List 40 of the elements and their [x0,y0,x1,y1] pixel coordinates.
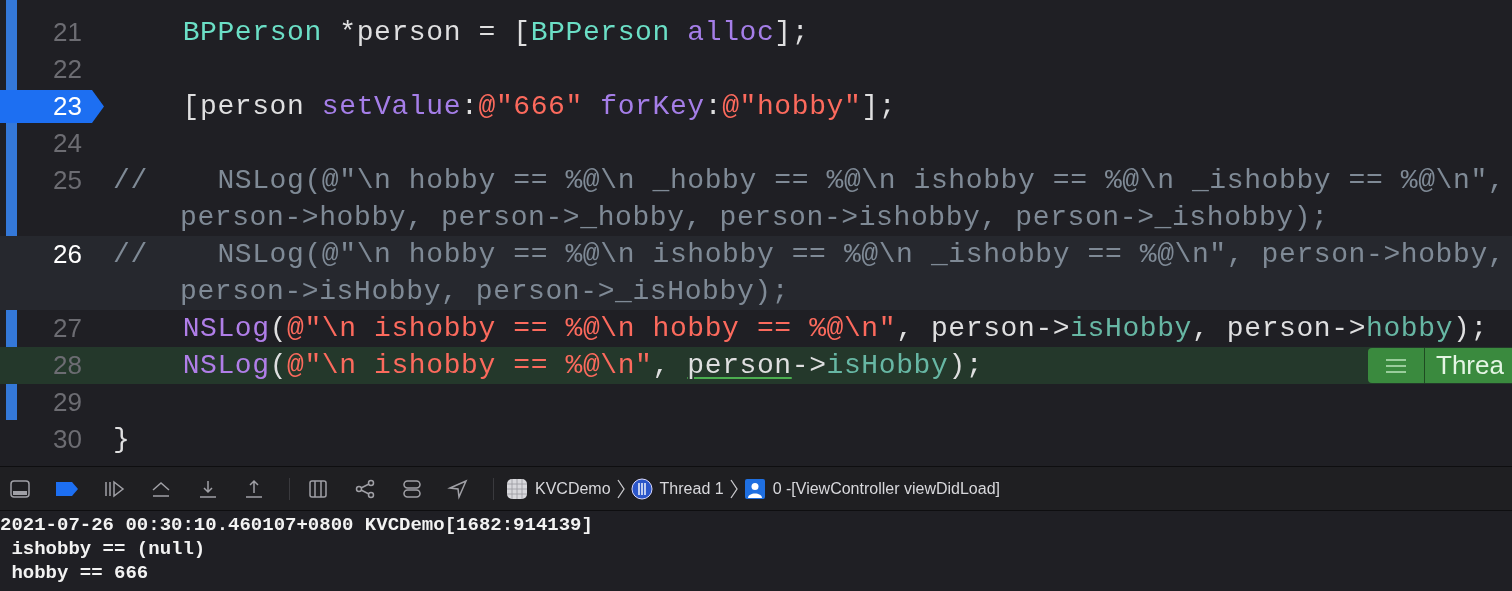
code-line: } [113,423,131,457]
chevron-icon [729,478,738,499]
menu-icon [1385,358,1407,373]
toggle-icon[interactable] [400,477,423,500]
person-icon [743,477,766,500]
code-line: person->hobby, person->_hobby, person->ishobby, person->_ishobby); [180,201,1329,235]
console-output: 2021-07-26 00:30:10.460107+0800 KVCDemo[1682:914139] [0,513,593,537]
line-number: 22 [53,53,82,86]
breadcrumb-item[interactable]: KVCDemo [535,476,611,501]
chevron-icon [616,478,625,499]
console-output: hobby == 666 [10,561,149,585]
line-number: 26 [53,238,82,271]
line-number: 21 [53,16,82,49]
code-line: BPPerson *person = [BPPerson alloc]; [181,16,810,50]
code-line: [person setValue:@"666" forKey:@"hobby"]; [181,90,897,124]
line-number: 29 [53,386,82,419]
breadcrumb-item[interactable]: Thread 1 [659,476,724,501]
code-line: // NSLog(@"\n hobby == %@\n _hobby == %@\n ishobby == %@\n _ishobby == %@\n", [113,164,1506,198]
thread-badge[interactable]: Threa [1368,348,1512,383]
code-line: NSLog(@"\n ishobby == %@\n hobby == %@\n", person->isHobby, person->hobby); [181,312,1488,346]
code-line: person->isHobby, person->_isHobby); [180,275,790,309]
view-hierarchy-icon[interactable] [306,477,329,500]
location-icon[interactable] [447,477,469,500]
breakpoint-icon[interactable] [54,480,79,497]
line-number: 25 [53,164,82,197]
line-number: 30 [53,423,82,456]
line-number: 27 [53,312,82,345]
app-icon [506,477,528,500]
code-line: NSLog(@"\n ishobby == %@\n", person->isHobby); [181,349,984,383]
thread-icon [630,477,653,500]
graph-icon[interactable] [353,477,376,500]
line-number: 23 [53,90,82,123]
step-out-icon[interactable] [243,477,265,500]
line-number: 24 [53,127,82,160]
console-output: ishobby == (null) [10,537,206,561]
breadcrumb-item[interactable]: 0 -[ViewController viewDidLoad] [772,476,1000,501]
line-number: 28 [53,349,82,382]
console-toggle-icon[interactable] [8,477,31,500]
code-line: // NSLog(@"\n hobby == %@\n ishobby == %@\n _ishobby == %@\n", person->hobby, [113,238,1506,272]
breakpoint-marker[interactable] [0,90,104,123]
